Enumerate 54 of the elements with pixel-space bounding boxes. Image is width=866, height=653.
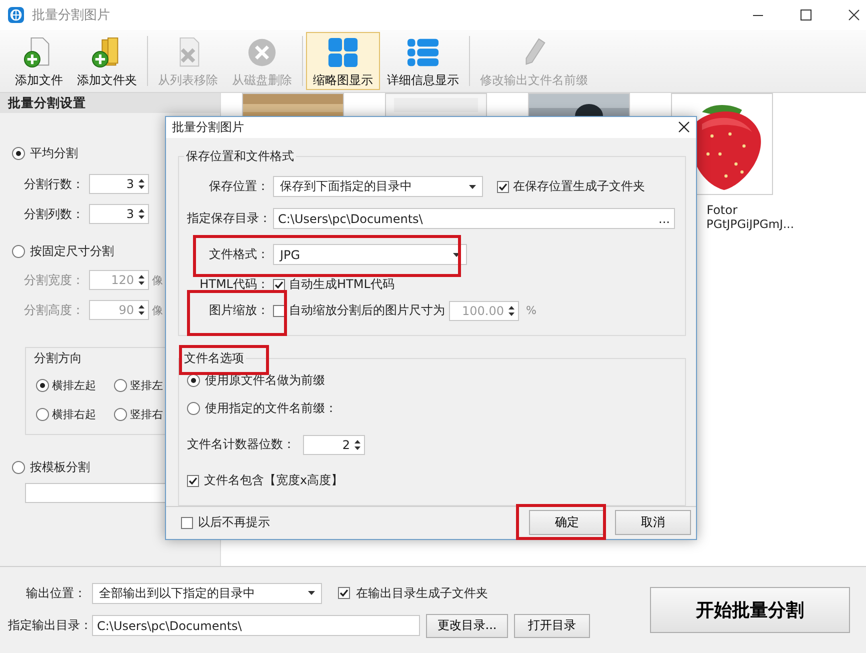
toolbar-button[interactable]: 添加文件夹 xyxy=(70,32,144,90)
save-directory-field[interactable]: C:\Users\pc\Documents\ ... xyxy=(273,208,675,230)
radio-label: 按固定尺寸分割 xyxy=(30,242,114,260)
spin-field[interactable]: 3 xyxy=(89,174,149,194)
unit-label: 像 xyxy=(152,302,163,318)
field-label: 文件名计数器位数： xyxy=(187,436,296,454)
checkbox-label: 在输出目录生成子文件夹 xyxy=(356,584,488,602)
start-button[interactable]: 开始批量分割 xyxy=(650,587,850,633)
field-label: 输出位置： xyxy=(25,584,87,602)
checkbox-label: 在保存位置生成子文件夹 xyxy=(513,178,645,196)
checkbox-label: 以后不再提示 xyxy=(198,514,270,532)
unit-label: 像 xyxy=(152,272,163,288)
checkbox-label: 自动生成HTML代码 xyxy=(289,276,394,294)
toolbar-button[interactable]: 添加文件 xyxy=(8,32,70,90)
counter-spin-field[interactable]: 2 xyxy=(303,434,365,455)
checkbox-label: 自动缩放分割后的图片尺寸为 xyxy=(289,302,445,320)
window-title: 批量分割图片 xyxy=(32,7,110,24)
toolbar-button[interactable]: 缩略图显示 xyxy=(306,32,380,90)
group-title: 分割方向 xyxy=(34,350,82,367)
ok-button[interactable]: 确定 xyxy=(529,510,605,536)
spin-field[interactable]: 3 xyxy=(89,204,149,224)
radio-label: 竖排左 xyxy=(130,378,163,392)
field-label: 指定输出目录： xyxy=(8,617,92,634)
checkbox-label: 文件名包含【宽度x高度】 xyxy=(204,472,344,490)
field-label: 保存位置： xyxy=(208,178,269,196)
radio-label: 按模板分割 xyxy=(30,458,90,476)
group-title: 保存位置和文件格式 xyxy=(184,148,296,165)
field-label: 指定保存目录： xyxy=(187,210,269,228)
change-directory-button[interactable]: 更改目录... xyxy=(426,614,508,638)
radio-label: 横排右起 xyxy=(52,406,96,422)
field-label: 分割宽度： xyxy=(24,272,85,288)
radio-label: 横排左起 xyxy=(52,378,96,392)
field-label: 分割列数： xyxy=(24,206,85,222)
output-directory-field[interactable]: C:\Users\pc\Documents\ xyxy=(92,615,420,636)
output-location-dropdown[interactable]: 全部输出到以下指定的目录中 xyxy=(92,582,322,604)
field-label: 图片缩放： xyxy=(208,302,269,320)
dialog-title: 批量分割图片 xyxy=(172,118,244,136)
thumbnail-caption: PGtJPGiJPGmJ... xyxy=(706,217,794,231)
file-format-dropdown[interactable]: JPG xyxy=(273,244,467,266)
field-label: 文件格式： xyxy=(208,246,269,264)
radio-label: 使用原文件名做为前缀 xyxy=(205,372,325,390)
field-label: HTML代码： xyxy=(198,276,269,294)
open-directory-button[interactable]: 打开目录 xyxy=(514,614,590,638)
radio-label: 使用指定的文件名前缀： xyxy=(205,400,337,418)
radio-label: 竖排右 xyxy=(130,406,163,422)
cancel-button[interactable]: 取消 xyxy=(615,510,691,536)
panel-header: 批量分割设置 xyxy=(0,93,220,113)
field-label: 分割高度： xyxy=(24,302,85,318)
field-label: 分割行数： xyxy=(24,176,85,192)
percent-label: % xyxy=(526,304,536,318)
toolbar-button[interactable]: 详细信息显示 xyxy=(380,32,466,90)
thumbnail-caption: Fotor xyxy=(706,203,738,217)
save-location-dropdown[interactable]: 保存到下面指定的目录中 xyxy=(273,176,483,198)
radio-label: 平均分割 xyxy=(30,144,78,162)
